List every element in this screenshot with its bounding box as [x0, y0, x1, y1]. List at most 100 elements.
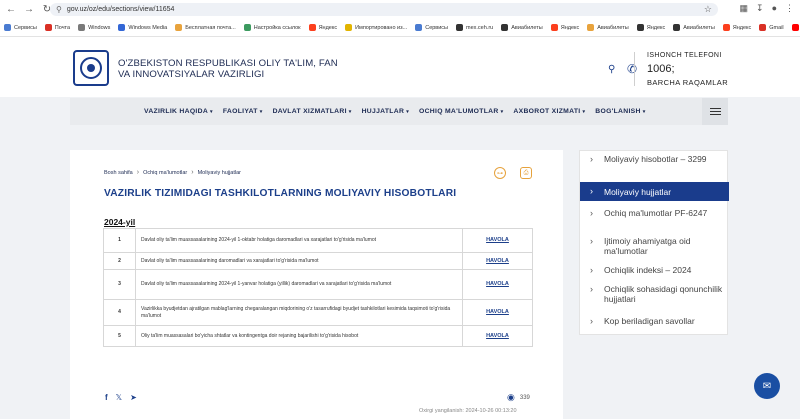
- bookmark-icon: [78, 24, 86, 31]
- havola-link[interactable]: HAVOLA: [486, 237, 509, 243]
- nav-item[interactable]: VAZIRLIK HAQIDA ▾: [144, 108, 213, 115]
- chevron-down-icon: ▾: [210, 109, 213, 115]
- profile-icon[interactable]: ●: [772, 3, 777, 14]
- sidebar-link[interactable]: › Ochiqlik indeksi – 2024: [580, 265, 729, 275]
- table-row: 4 Vazirlikka byudjetdan ajratilgan mablag…: [103, 299, 533, 326]
- share-bar: f 𝕏 ➤: [105, 393, 137, 402]
- bookmark-item[interactable]: Яндекс: [550, 24, 579, 31]
- bookmark-item[interactable]: YouTube: [791, 24, 800, 31]
- row-description: Oliy ta'lim muassasalari bo'yicha shtatl…: [135, 325, 463, 347]
- search-icon[interactable]: ⚲: [608, 64, 615, 75]
- nav-item[interactable]: BOG'LANISH ▾: [595, 108, 645, 115]
- back-icon[interactable]: ←: [4, 3, 18, 17]
- nav-item[interactable]: OCHIQ MA'LUMOTLAR ▾: [419, 108, 503, 115]
- bookmark-label: Яндекс: [318, 24, 338, 31]
- sidebar-link[interactable]: › Ijtimoiy ahamiyatga oid ma'lumotlar: [580, 236, 729, 256]
- address-row: ← → ↻ ⚲ gov.uz/oz/edu/sections/view/1165…: [0, 0, 800, 19]
- sidebar-link-label: Ochiqlik sohasidagi qonunchilik hujjatla…: [604, 284, 723, 304]
- bookmark-icon: [636, 24, 644, 31]
- download-icon[interactable]: ↧: [756, 3, 764, 14]
- bookmark-label: Авиабилеты: [683, 24, 715, 31]
- content-card: Bosh sahifa › Ochiq ma'lumotlar › Moliya…: [70, 150, 563, 419]
- extensions-icon[interactable]: ▦: [740, 3, 749, 14]
- bookmark-item[interactable]: Авиабилеты: [673, 24, 715, 31]
- forward-icon[interactable]: →: [22, 3, 36, 17]
- bookmark-item[interactable]: Gmail: [759, 24, 784, 31]
- bookmark-label: Яндекс: [646, 24, 666, 31]
- bookmark-item[interactable]: Почта: [44, 24, 70, 31]
- chevron-down-icon: ▾: [642, 109, 646, 115]
- row-description: Davlat oliy ta'lim muassasalarining 2024…: [135, 269, 463, 300]
- bookmark-item[interactable]: Импортировано из...: [345, 24, 407, 31]
- bookmarks-bar: Сервисы Почта Windows Windows Media Бесплатн…: [0, 19, 800, 36]
- bookmark-item[interactable]: Авиабилеты: [501, 24, 543, 31]
- menu-icon[interactable]: ⋮: [785, 3, 794, 14]
- bookmark-icon: [722, 24, 730, 31]
- print-icon[interactable]: ⎙: [520, 167, 532, 179]
- row-link-cell: HAVOLA: [462, 299, 533, 326]
- sidebar-link-label: Moliyaviy hisobotlar – 3299: [604, 154, 707, 164]
- breadcrumb-home[interactable]: Bosh sahifa: [104, 170, 133, 176]
- bookmark-item[interactable]: Яндекс: [722, 24, 751, 31]
- nav-item-label: VAZIRLIK HAQIDA: [144, 108, 209, 115]
- bookmark-label: mex.ceh.ru: [466, 24, 494, 31]
- bookmark-item[interactable]: Windows: [78, 24, 110, 31]
- havola-link[interactable]: HAVOLA: [486, 309, 509, 315]
- havola-link[interactable]: HAVOLA: [486, 333, 509, 339]
- bookmark-item[interactable]: mex.ceh.ru: [456, 24, 493, 31]
- views-count: 339: [519, 394, 530, 401]
- bookmark-label: Бесплатная почта...: [185, 24, 236, 31]
- hamburger-icon[interactable]: [702, 98, 728, 125]
- nav-item[interactable]: AXBOROT XIZMATI ▾: [513, 108, 585, 115]
- sidebar-link[interactable]: › Ochiqlik sohasidagi qonunchilik hujjatl…: [580, 284, 729, 304]
- url-text: gov.uz/oz/edu/sections/view/11654: [66, 6, 175, 13]
- hotline-sub[interactable]: BARCHA RAQAMLAR: [647, 78, 728, 87]
- breadcrumb-section[interactable]: Ochiq ma'lumotlar: [143, 170, 187, 176]
- org-name[interactable]: O'ZBEKISTON RESPUBLIKASI OLIY TA'LIM, FA…: [118, 58, 338, 80]
- havola-link[interactable]: HAVOLA: [486, 258, 509, 264]
- chat-icon[interactable]: ✉: [754, 373, 780, 399]
- bookmark-item[interactable]: Windows Media: [118, 24, 167, 31]
- bookmark-icon: [44, 24, 52, 31]
- address-bar[interactable]: ⚲ gov.uz/oz/edu/sections/view/11654 ☆: [50, 3, 718, 16]
- chevron-right-icon: ›: [136, 169, 140, 176]
- bookmark-label: Сервисы: [14, 24, 37, 31]
- chevron-right-icon: ›: [590, 236, 593, 246]
- header-divider: [634, 52, 635, 86]
- sidebar-link-label: Moliyaviy hujjatlar: [604, 186, 672, 197]
- sidebar-link[interactable]: › Moliyaviy hujjatlar: [580, 182, 729, 201]
- nav-item[interactable]: HUJJATLAR ▾: [362, 108, 409, 115]
- row-link-cell: HAVOLA: [462, 252, 533, 270]
- bookmark-item[interactable]: Сервисы: [4, 24, 37, 31]
- nav-item-label: BOG'LANISH: [595, 108, 641, 115]
- facebook-icon[interactable]: f: [105, 393, 108, 402]
- nav-item[interactable]: DAVLAT XIZMATLARI ▾: [273, 108, 352, 115]
- telegram-icon[interactable]: ➤: [130, 393, 137, 402]
- chevron-right-icon: ›: [590, 186, 593, 196]
- row-number: 4: [103, 299, 136, 326]
- bookmark-item[interactable]: Яндекс: [308, 24, 338, 31]
- accessibility-icon[interactable]: ⊶: [494, 167, 506, 179]
- chevron-down-icon: ▾: [348, 109, 352, 115]
- hotline-number[interactable]: 1006;: [647, 63, 675, 75]
- bookmark-item[interactable]: Авиабилеты: [587, 24, 629, 31]
- havola-link[interactable]: HAVOLA: [486, 281, 509, 287]
- bookmark-item[interactable]: Сервисы: [415, 24, 448, 31]
- site-info-icon[interactable]: ⚲: [56, 5, 62, 14]
- nav-item[interactable]: FAOLIYAT ▾: [223, 108, 263, 115]
- bookmark-label: Авиабилеты: [597, 24, 629, 31]
- bookmark-item[interactable]: Настройка ссылок: [243, 24, 301, 31]
- bookmark-star-icon[interactable]: ☆: [704, 4, 712, 15]
- bookmark-item[interactable]: Яндекс: [636, 24, 666, 31]
- sidebar-link[interactable]: › Moliyaviy hisobotlar – 3299: [580, 154, 729, 164]
- ministry-logo[interactable]: [73, 50, 109, 86]
- bookmark-item[interactable]: Бесплатная почта...: [175, 24, 236, 31]
- x-icon[interactable]: 𝕏: [116, 393, 122, 402]
- sidebar-link-label: Ochiqlik indeksi – 2024: [604, 265, 692, 275]
- chevron-down-icon: ▾: [500, 109, 504, 115]
- row-description: Vazirlikka byudjetdan ajratilgan mablag'…: [135, 299, 463, 326]
- sidebar-link[interactable]: › Kop beriladigan savollar: [580, 316, 729, 326]
- row-link-cell: HAVOLA: [462, 269, 533, 300]
- row-description: Davlat oliy ta'lim muassasalarining daro…: [135, 252, 463, 270]
- sidebar-link[interactable]: › Ochiq ma'lumotlar PF-6247: [580, 208, 729, 218]
